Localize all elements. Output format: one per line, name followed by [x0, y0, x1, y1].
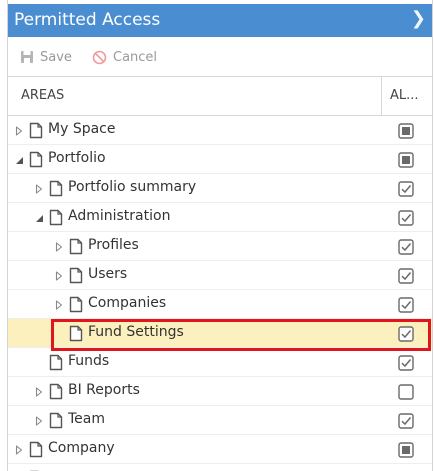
access-tree: My Space Portfolio Portfolio summary Adm… [8, 116, 432, 471]
row-label: Administration [68, 208, 171, 224]
access-checkbox[interactable] [398, 181, 414, 201]
row-label: Fund Settings [88, 324, 184, 340]
expand-arrow-icon[interactable] [55, 240, 63, 252]
access-checkbox[interactable] [398, 152, 414, 172]
document-icon [49, 383, 63, 404]
tree-row[interactable]: Portfolio [8, 145, 432, 174]
access-checkbox[interactable] [398, 210, 414, 230]
row-label: Team [68, 411, 106, 427]
tree-row[interactable]: Portfolio summary [8, 174, 432, 203]
expand-arrow-icon[interactable] [35, 385, 43, 397]
panel-title: Permitted Access [14, 10, 161, 30]
document-icon [29, 151, 43, 172]
row-label: Profiles [88, 237, 139, 253]
access-checkbox[interactable] [398, 413, 414, 433]
expand-arrow-icon[interactable] [35, 414, 43, 426]
tree-row[interactable]: Companies [8, 290, 432, 319]
tree-row[interactable]: Users [8, 261, 432, 290]
row-label: Companies [88, 295, 167, 311]
row-label: My Space [48, 121, 116, 137]
tree-row[interactable]: Profiles [8, 232, 432, 261]
column-divider[interactable] [381, 77, 382, 115]
collapse-arrow-icon[interactable] [15, 153, 23, 164]
access-checkbox[interactable] [398, 268, 414, 288]
document-icon [29, 122, 43, 143]
access-checkbox[interactable] [398, 442, 414, 462]
tree-row[interactable]: Team [8, 406, 432, 435]
expand-arrow-icon[interactable] [55, 269, 63, 281]
access-checkbox[interactable] [398, 326, 414, 346]
collapse-arrow-icon[interactable] [35, 211, 43, 222]
expand-arrow-icon[interactable] [55, 298, 63, 310]
permitted-access-panel: Permitted Access ❯ Save Cancel AREAS AL.… [7, 0, 433, 471]
row-label: BI Reports [68, 382, 140, 398]
row-label: Portfolio [48, 150, 106, 166]
cancel-button[interactable]: Cancel [92, 48, 157, 66]
all-column-header[interactable]: AL... [390, 88, 419, 103]
chevron-right-icon[interactable]: ❯ [411, 8, 426, 30]
toolbar: Save Cancel [8, 38, 432, 76]
areas-column-header[interactable]: AREAS [21, 88, 64, 103]
access-checkbox[interactable] [398, 355, 414, 375]
row-label: Users [88, 266, 128, 282]
tree-row[interactable]: Company [8, 435, 432, 464]
document-icon [69, 267, 83, 288]
column-header: AREAS AL... [8, 76, 432, 116]
access-checkbox[interactable] [398, 123, 414, 143]
tree-row[interactable]: BI Reports [8, 377, 432, 406]
tree-row-selected[interactable]: Fund Settings [8, 319, 432, 348]
document-icon [49, 412, 63, 433]
document-icon [49, 354, 63, 375]
expand-arrow-icon[interactable] [15, 124, 23, 136]
document-icon [69, 325, 83, 346]
row-label: Portfolio summary [68, 179, 197, 195]
panel-header: Permitted Access ❯ [8, 4, 432, 37]
cancel-label: Cancel [113, 49, 158, 65]
access-checkbox[interactable] [398, 297, 414, 317]
tree-row-partial[interactable] [8, 464, 432, 471]
row-label: Funds [68, 353, 110, 369]
tree-row[interactable]: Administration [8, 203, 432, 232]
document-icon [29, 441, 43, 462]
save-button[interactable]: Save [20, 48, 72, 66]
access-checkbox[interactable] [398, 239, 414, 259]
save-label: Save [40, 49, 72, 65]
document-icon [49, 180, 63, 201]
document-icon [69, 296, 83, 317]
document-icon [69, 238, 83, 259]
cancel-icon [92, 50, 107, 64]
document-icon [49, 209, 63, 230]
tree-row[interactable]: Funds [8, 348, 432, 377]
access-checkbox[interactable] [398, 384, 414, 404]
expand-arrow-icon[interactable] [35, 182, 43, 194]
save-icon [21, 51, 33, 63]
tree-row[interactable]: My Space [8, 116, 432, 145]
expand-arrow-icon[interactable] [15, 443, 23, 455]
row-label: Company [48, 440, 115, 456]
